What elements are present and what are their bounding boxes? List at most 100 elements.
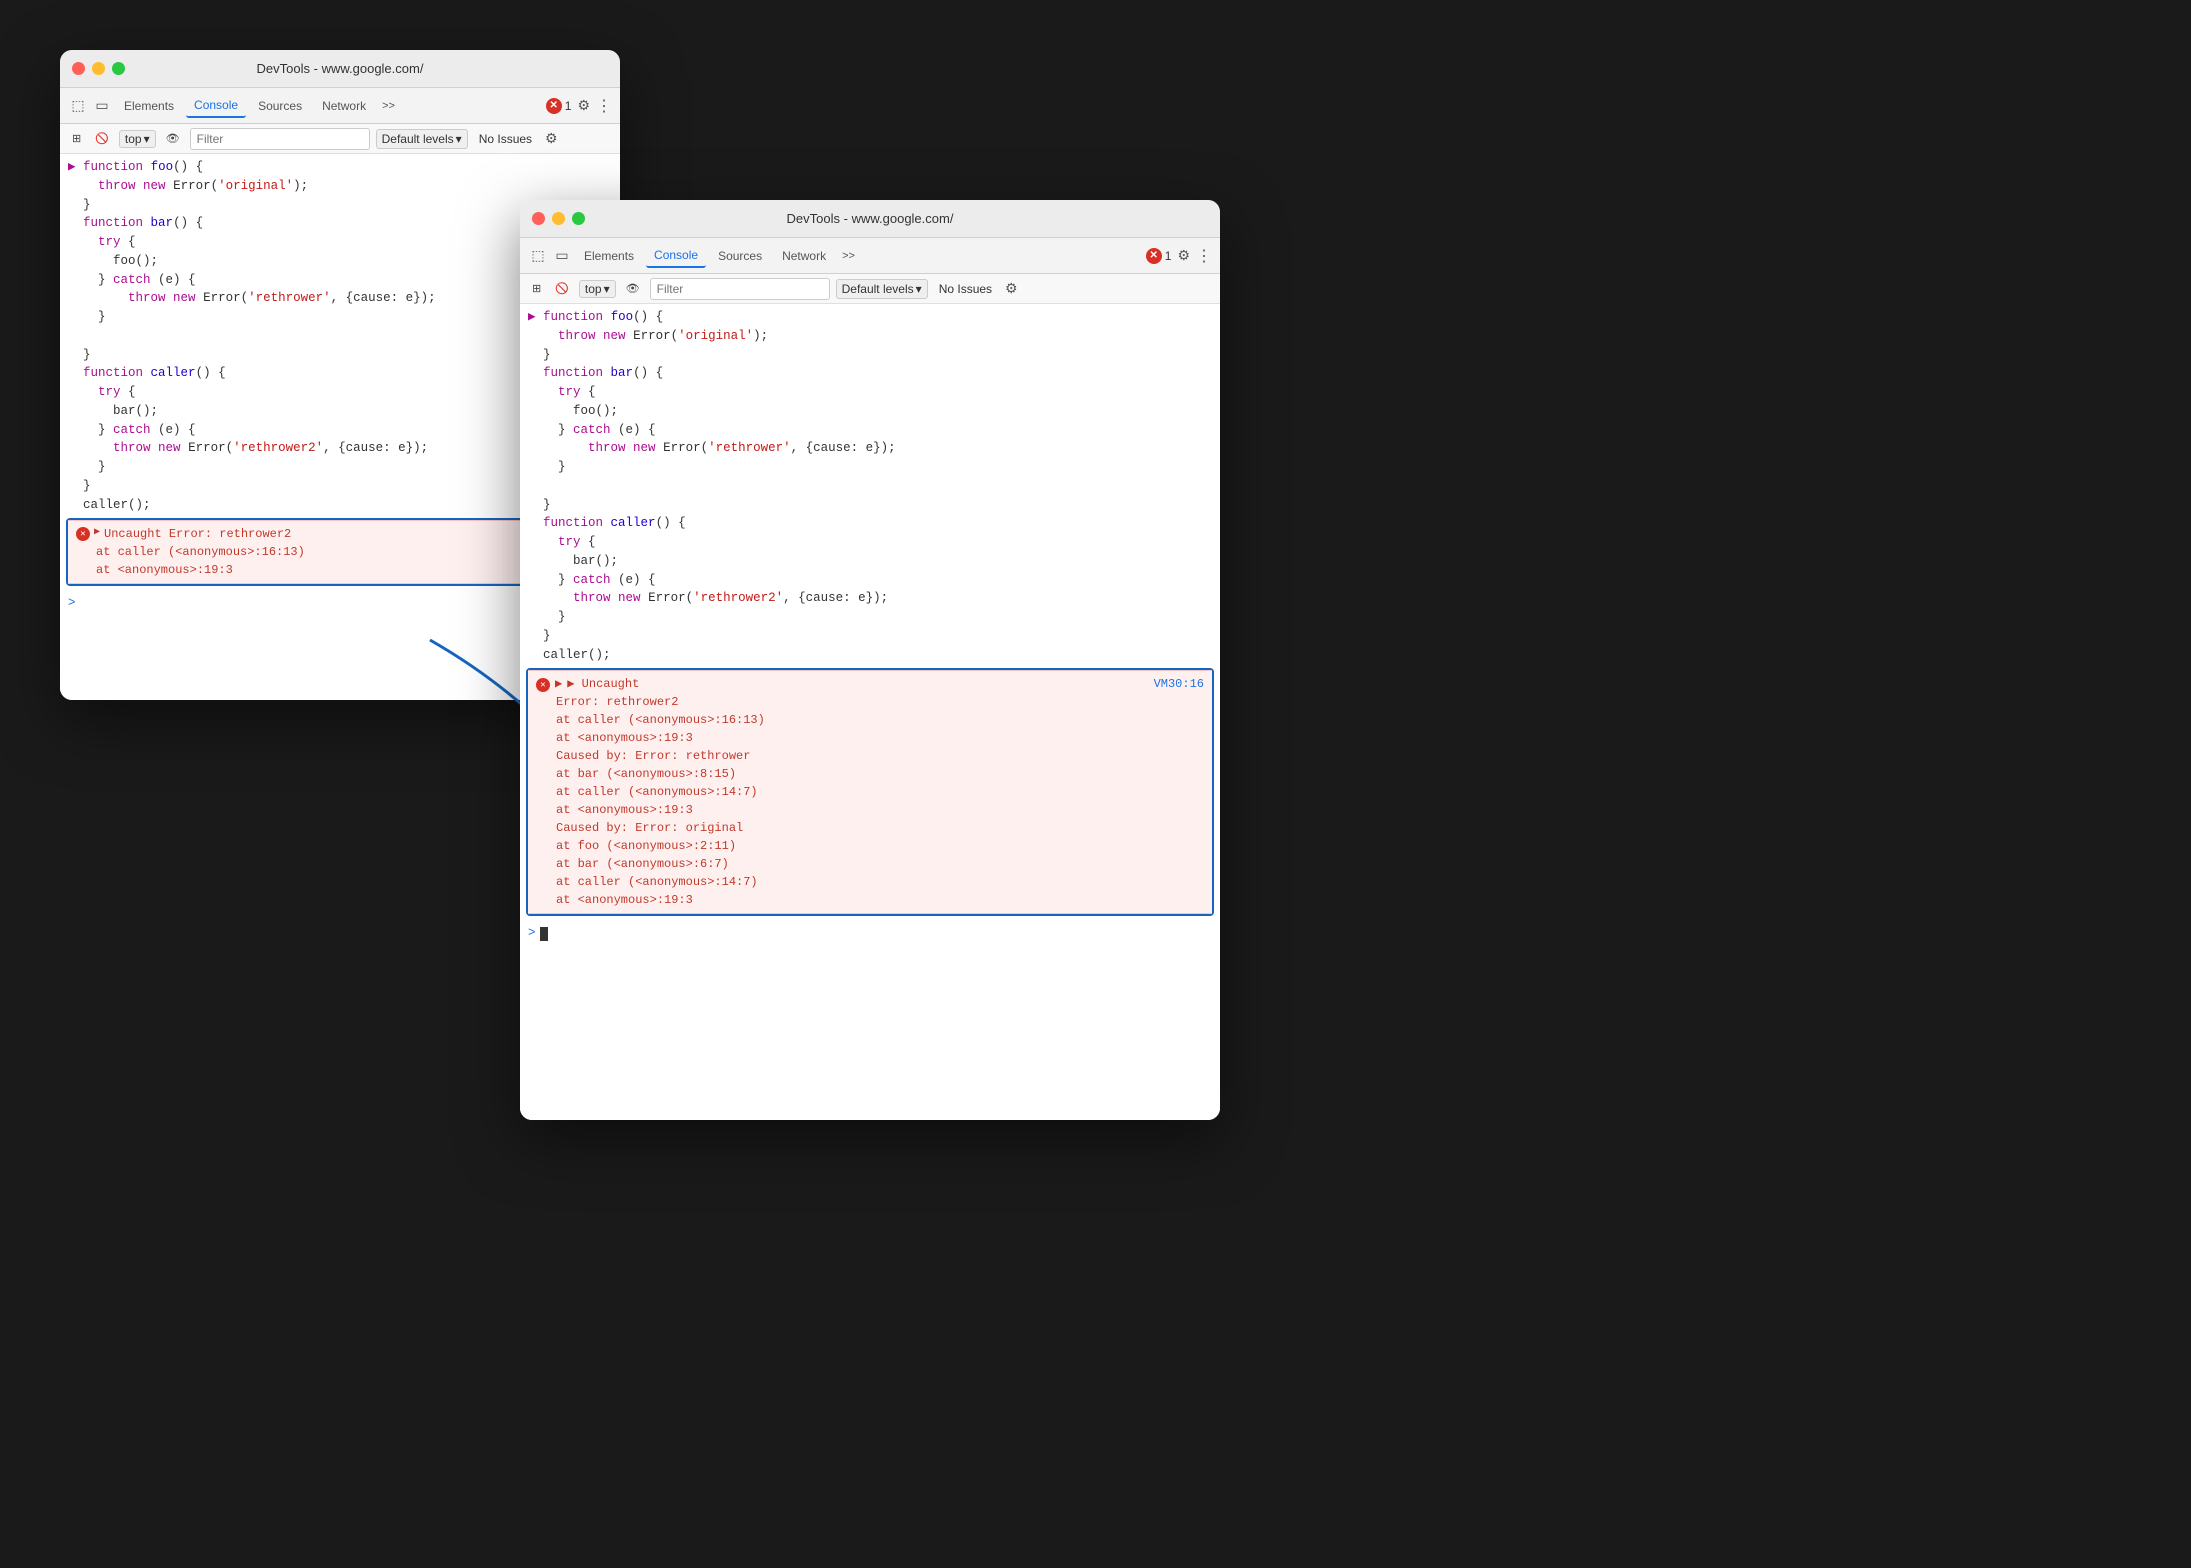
level-value-front: Default levels <box>842 282 914 296</box>
prompt-symbol-back: > <box>68 594 76 613</box>
front-code-19: caller(); <box>520 646 1220 665</box>
front-code-10 <box>520 477 1220 496</box>
inspect-icon-front[interactable]: ⬚ <box>528 246 548 266</box>
front-code-2: throw new Error('original'); <box>520 327 1220 346</box>
minimize-button[interactable] <box>92 62 105 75</box>
error-icon-back: ✕ <box>546 98 562 114</box>
front-code-11: } <box>520 496 1220 515</box>
exp-line6: at caller (<anonymous>:14:7) <box>536 783 1204 801</box>
level-dropdown-icon-front: ▾ <box>916 282 922 296</box>
level-selector-back[interactable]: Default levels ▾ <box>376 129 468 149</box>
tab-network-back[interactable]: Network <box>314 95 374 117</box>
more-tabs-front[interactable]: >> <box>838 248 859 264</box>
expanded-error-header-row: ✕ ▶ ▶ Uncaught <box>536 675 639 693</box>
more-options-icon-front[interactable]: ⋮ <box>1196 246 1212 266</box>
expand-error-front[interactable]: ▶ <box>555 675 562 693</box>
exp-line11: at caller (<anonymous>:14:7) <box>536 873 1204 891</box>
devtools-tabs-front: ⬚ ▭ Elements Console Sources Network >> … <box>520 238 1220 274</box>
context-dropdown-icon: ▾ <box>144 132 150 146</box>
level-value-back: Default levels <box>382 132 454 146</box>
close-button-front[interactable] <box>532 212 545 225</box>
context-selector-front[interactable]: top ▾ <box>579 280 616 298</box>
tab-sources-front[interactable]: Sources <box>710 245 770 267</box>
vm-link[interactable]: VM30:16 <box>1154 675 1204 693</box>
filter-input-back[interactable] <box>190 128 370 150</box>
settings-icon-back[interactable]: ⚙ <box>575 95 592 116</box>
front-code-17: } <box>520 608 1220 627</box>
sidebar-toggle-front[interactable]: ⊞ <box>528 280 545 297</box>
context-value-front: top <box>585 282 602 296</box>
error-badge-front: ✕ 1 <box>1146 248 1172 264</box>
no-issues-back: No Issues <box>474 130 537 148</box>
exp-line3: at <anonymous>:19:3 <box>536 729 1204 747</box>
filter-input-front[interactable] <box>650 278 830 300</box>
console-toolbar-back: ⊞ 🚫 top ▾ 👁 Default levels ▾ No Issues ⚙ <box>60 124 620 154</box>
cursor-front <box>540 927 548 941</box>
maximize-button[interactable] <box>112 62 125 75</box>
console-toolbar-front: ⊞ 🚫 top ▾ 👁 Default levels ▾ No Issues ⚙ <box>520 274 1220 304</box>
front-code-4: function bar() { <box>520 364 1220 383</box>
eye-icon-front[interactable]: 👁 <box>622 280 644 297</box>
code-line-1: ▶ function foo() { <box>60 158 620 177</box>
console-settings-icon-front[interactable]: ⚙ <box>1003 278 1020 299</box>
inspect-icon[interactable]: ⬚ <box>68 96 88 116</box>
title-bar-back: DevTools - www.google.com/ <box>60 50 620 88</box>
expand-error-back[interactable]: ▶ <box>94 525 100 540</box>
expanded-error-header: ✕ ▶ ▶ Uncaught <box>536 675 639 693</box>
window-title-back: DevTools - www.google.com/ <box>257 61 424 76</box>
error-icon-front: ✕ <box>1146 248 1162 264</box>
exp-line2: at caller (<anonymous>:16:13) <box>536 711 1204 729</box>
console-settings-icon-back[interactable]: ⚙ <box>543 128 560 149</box>
front-code-12: function caller() { <box>520 514 1220 533</box>
front-code-13: try { <box>520 533 1220 552</box>
devtools-tabs-back: ⬚ ▭ Elements Console Sources Network >> … <box>60 88 620 124</box>
traffic-lights-back <box>72 62 125 75</box>
tab-elements-back[interactable]: Elements <box>116 95 182 117</box>
clear-console-front[interactable]: 🚫 <box>551 280 573 297</box>
context-selector-back[interactable]: top ▾ <box>119 130 156 148</box>
front-code-8: throw new Error('rethrower', {cause: e})… <box>520 439 1220 458</box>
console-content-front: ▶ function foo() { throw new Error('orig… <box>520 304 1220 1120</box>
more-tabs-back[interactable]: >> <box>378 98 399 114</box>
tab-console-front[interactable]: Console <box>646 244 706 268</box>
exp-line4: Caused by: Error: rethrower <box>536 747 1204 765</box>
context-value-back: top <box>125 132 142 146</box>
devtools-window-front: DevTools - www.google.com/ ⬚ ▭ Elements … <box>520 200 1220 1120</box>
error-count-back: 1 <box>565 99 572 113</box>
error-count-front: 1 <box>1165 249 1172 263</box>
exp-line12: at <anonymous>:19:3 <box>536 891 1204 909</box>
expanded-error-front: ✕ ▶ ▶ Uncaught VM30:16 Error: rethrower2… <box>528 670 1212 914</box>
exp-line9: at foo (<anonymous>:2:11) <box>536 837 1204 855</box>
exp-line5: at bar (<anonymous>:8:15) <box>536 765 1204 783</box>
tab-sources-back[interactable]: Sources <box>250 95 310 117</box>
error-box-front: ✕ ▶ ▶ Uncaught VM30:16 Error: rethrower2… <box>526 668 1214 916</box>
tab-console-back[interactable]: Console <box>186 94 246 118</box>
device-icon[interactable]: ▭ <box>92 96 112 116</box>
device-icon-front[interactable]: ▭ <box>552 246 572 266</box>
prompt-front: > <box>520 920 1220 947</box>
sidebar-toggle-back[interactable]: ⊞ <box>68 130 85 147</box>
eye-icon-back[interactable]: 👁 <box>162 130 184 147</box>
front-code-18: } <box>520 627 1220 646</box>
context-dropdown-icon-front: ▾ <box>604 282 610 296</box>
level-dropdown-icon: ▾ <box>456 132 462 146</box>
prompt-symbol-front: > <box>528 924 536 943</box>
traffic-lights-front <box>532 212 585 225</box>
tab-elements-front[interactable]: Elements <box>576 245 642 267</box>
tab-network-front[interactable]: Network <box>774 245 834 267</box>
error-message-back: Uncaught Error: rethrower2 <box>104 525 291 543</box>
close-button[interactable] <box>72 62 85 75</box>
front-code-15: } catch (e) { <box>520 571 1220 590</box>
maximize-button-front[interactable] <box>572 212 585 225</box>
minimize-button-front[interactable] <box>552 212 565 225</box>
error-badge-back: ✕ 1 <box>546 98 572 114</box>
front-code-3: } <box>520 346 1220 365</box>
front-code-14: bar(); <box>520 552 1220 571</box>
level-selector-front[interactable]: Default levels ▾ <box>836 279 928 299</box>
uncaught-label: ▶ Uncaught <box>567 675 639 693</box>
clear-console-back[interactable]: 🚫 <box>91 130 113 147</box>
more-options-icon-back[interactable]: ⋮ <box>596 96 612 116</box>
error-icon-sm-back: ✕ <box>76 527 90 541</box>
settings-icon-front[interactable]: ⚙ <box>1175 245 1192 266</box>
exp-line1: Error: rethrower2 <box>536 693 1204 711</box>
